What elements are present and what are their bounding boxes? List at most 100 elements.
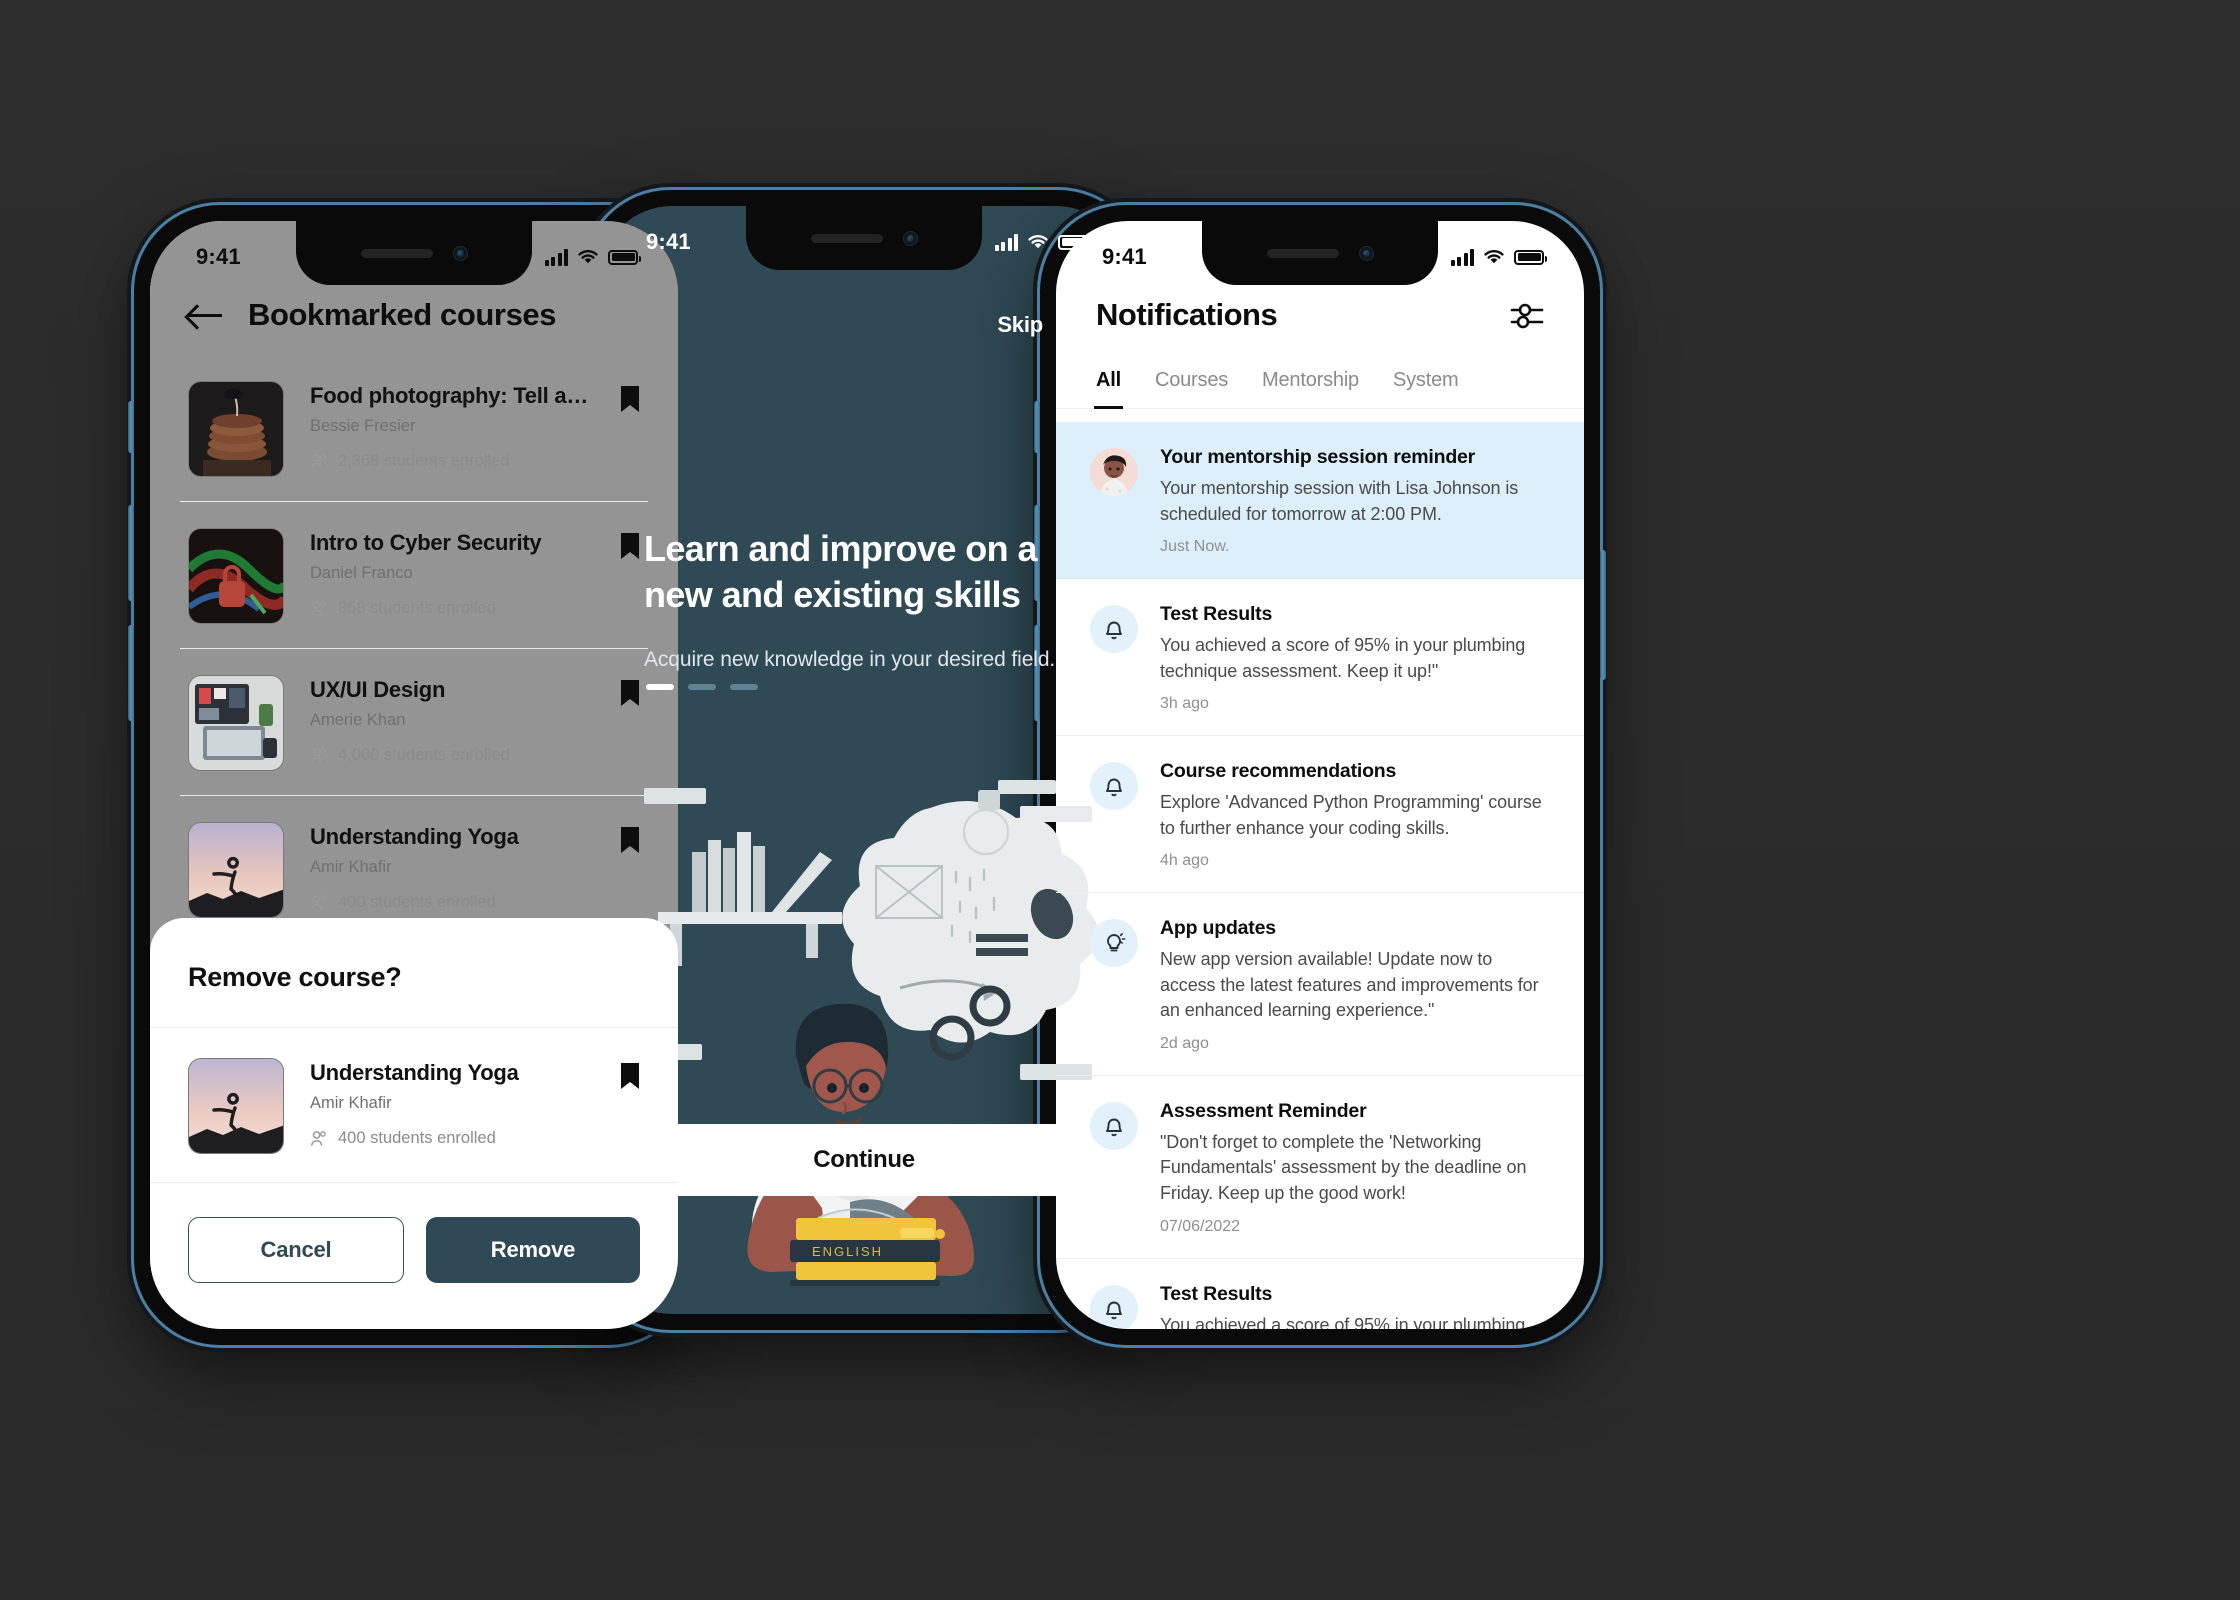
dialog-course-preview: Understanding Yoga Amir Khafir 400 stude… bbox=[150, 1028, 678, 1183]
course-enrollment-label: 4,000 students enrolled bbox=[338, 746, 510, 764]
battery-icon bbox=[1514, 249, 1547, 265]
front-camera-icon bbox=[1358, 245, 1374, 261]
pagination-dot-1[interactable] bbox=[646, 684, 674, 690]
cellular-signal-icon bbox=[1450, 248, 1474, 266]
pagination-dot-3[interactable] bbox=[730, 684, 758, 690]
volume-down-button[interactable] bbox=[128, 625, 134, 721]
course-author: Amir Khafir bbox=[310, 1094, 392, 1112]
earpiece-speaker-icon bbox=[1266, 248, 1339, 258]
course-enrollment: 868 students enrolled bbox=[310, 599, 594, 618]
pagination-dot-2[interactable] bbox=[688, 684, 716, 690]
notification-tabs: All Courses Mentorship System bbox=[1056, 361, 1584, 409]
pagination-dots bbox=[646, 684, 758, 690]
notification-item[interactable]: Test Results You achieved a score of 95%… bbox=[1056, 1259, 1584, 1329]
notifications-header: Notifications bbox=[1056, 297, 1584, 333]
volume-up-button[interactable] bbox=[128, 505, 134, 601]
course-enrollment: 2,368 students enrolled bbox=[310, 452, 594, 471]
bookmark-filled-icon[interactable] bbox=[620, 385, 640, 413]
notification-item[interactable]: Course recommendations Explore 'Advanced… bbox=[1056, 736, 1584, 894]
notification-list: Your mentorship session reminder Your me… bbox=[1056, 422, 1584, 1329]
course-title: Food photography: Tell a st... bbox=[310, 383, 594, 408]
bookmark-filled-icon[interactable] bbox=[620, 679, 640, 707]
wifi-icon bbox=[1028, 234, 1048, 248]
notification-time: Just Now. bbox=[1160, 538, 1230, 556]
tab-courses[interactable]: Courses bbox=[1155, 361, 1228, 408]
notification-heading: Test Results bbox=[1160, 603, 1273, 626]
students-icon bbox=[311, 747, 326, 763]
course-enrollment-label: 868 students enrolled bbox=[338, 599, 496, 617]
students-icon bbox=[311, 894, 326, 910]
course-list-item: Understanding Yoga Amir Khafir 400 stude… bbox=[188, 1058, 640, 1154]
student-reading-books-illustration: ENGLISH bbox=[600, 766, 1128, 1286]
wifi-icon bbox=[578, 249, 598, 263]
course-list-item[interactable]: Intro to Cyber Security Daniel Franco 86… bbox=[180, 502, 648, 649]
front-camera-icon bbox=[902, 230, 918, 246]
notification-heading: Assessment Reminder bbox=[1160, 1099, 1367, 1122]
course-thumbnail-pancakes bbox=[188, 381, 284, 477]
onboarding-title: Learn and improve on a new and existing … bbox=[644, 528, 1037, 616]
notification-detail: You achieved a score of 95% in your plum… bbox=[1160, 635, 1526, 681]
tab-mentorship[interactable]: Mentorship bbox=[1262, 361, 1359, 408]
notification-time: 07/06/2022 bbox=[1160, 1217, 1241, 1235]
silent-switch-button[interactable] bbox=[1034, 401, 1040, 453]
students-icon bbox=[311, 1130, 326, 1146]
skip-label: Skip bbox=[997, 312, 1043, 337]
course-title: UX/UI Design bbox=[310, 677, 446, 702]
notification-time: 3h ago bbox=[1160, 695, 1209, 713]
page-title: Bookmarked courses bbox=[248, 297, 557, 332]
phone-notifications: 9:41 Notifications All Courses Mentorshi… bbox=[1034, 205, 1606, 1345]
notification-detail: Your mentorship session with Lisa Johnso… bbox=[1160, 478, 1519, 524]
tab-all[interactable]: All bbox=[1094, 361, 1123, 409]
course-list-item[interactable]: Food photography: Tell a st... Bessie Fr… bbox=[180, 355, 648, 502]
notification-detail: "Don't forget to complete the 'Networkin… bbox=[1160, 1131, 1527, 1204]
notification-item[interactable]: Assessment Reminder "Don't forget to com… bbox=[1056, 1076, 1584, 1259]
course-list-item[interactable]: UX/UI Design Amerie Khan 4,000 students … bbox=[180, 649, 648, 796]
bookmark-filled-icon[interactable] bbox=[620, 1062, 640, 1090]
remove-button[interactable]: Remove bbox=[426, 1217, 640, 1283]
silent-switch-button[interactable] bbox=[128, 401, 134, 453]
power-button[interactable] bbox=[1600, 550, 1606, 680]
notification-item[interactable]: App updates New app version available! U… bbox=[1056, 893, 1584, 1076]
course-title: Understanding Yoga bbox=[310, 824, 519, 849]
course-enrollment-label: 400 students enrolled bbox=[338, 1129, 496, 1147]
bell-icon bbox=[1090, 762, 1138, 811]
notification-detail: Explore 'Advanced Python Programming' co… bbox=[1160, 792, 1542, 838]
course-author: Daniel Franco bbox=[310, 564, 413, 582]
notification-heading: App updates bbox=[1160, 917, 1276, 940]
course-enrollment: 400 students enrolled bbox=[310, 893, 594, 912]
back-arrow-icon[interactable] bbox=[188, 303, 222, 327]
onboarding-copy: Learn and improve on a new and existing … bbox=[644, 526, 1084, 672]
notification-detail: You achieved a score of 95% in your plum… bbox=[1160, 1314, 1526, 1329]
notification-item[interactable]: Your mentorship session reminder Your me… bbox=[1056, 422, 1584, 580]
device-notch bbox=[296, 221, 532, 285]
bell-icon bbox=[1090, 1284, 1138, 1329]
notification-heading: Test Results bbox=[1160, 1282, 1273, 1305]
sliders-filter-icon[interactable] bbox=[1510, 300, 1544, 330]
status-time: 9:41 bbox=[1102, 244, 1147, 269]
page-title: Notifications bbox=[1096, 297, 1278, 332]
course-author: Amerie Khan bbox=[310, 711, 406, 729]
dialog-title: Remove course? bbox=[150, 918, 678, 1028]
onboarding-subtitle: Acquire new knowledge in your desired fi… bbox=[644, 648, 1056, 672]
cellular-signal-icon bbox=[544, 248, 568, 266]
students-icon bbox=[311, 453, 326, 469]
course-thumbnail-yoga bbox=[188, 822, 284, 918]
continue-button[interactable]: Continue bbox=[644, 1124, 1084, 1196]
course-thumbnail-yoga bbox=[188, 1058, 284, 1154]
notification-item[interactable]: Test Results You achieved a score of 95%… bbox=[1056, 579, 1584, 737]
lightbulb-icon bbox=[1090, 919, 1138, 968]
device-notch bbox=[746, 206, 982, 270]
bell-icon bbox=[1090, 1101, 1138, 1150]
bookmark-filled-icon[interactable] bbox=[620, 532, 640, 560]
notification-time: 4h ago bbox=[1160, 852, 1209, 870]
remove-course-dialog: Remove course? Understanding Yoga Amir K… bbox=[150, 918, 678, 1329]
tab-system[interactable]: System bbox=[1393, 361, 1459, 408]
user-avatar bbox=[1090, 448, 1138, 496]
notification-time: 2d ago bbox=[1160, 1034, 1209, 1052]
cellular-signal-icon bbox=[994, 233, 1018, 251]
bell-icon bbox=[1090, 605, 1138, 654]
course-enrollment: 400 students enrolled bbox=[310, 1129, 594, 1148]
notification-heading: Course recommendations bbox=[1160, 760, 1397, 783]
cancel-button[interactable]: Cancel bbox=[188, 1217, 404, 1283]
screen-bookmarked-courses: 9:41 Bookmarked courses Food photography… bbox=[150, 221, 678, 1329]
